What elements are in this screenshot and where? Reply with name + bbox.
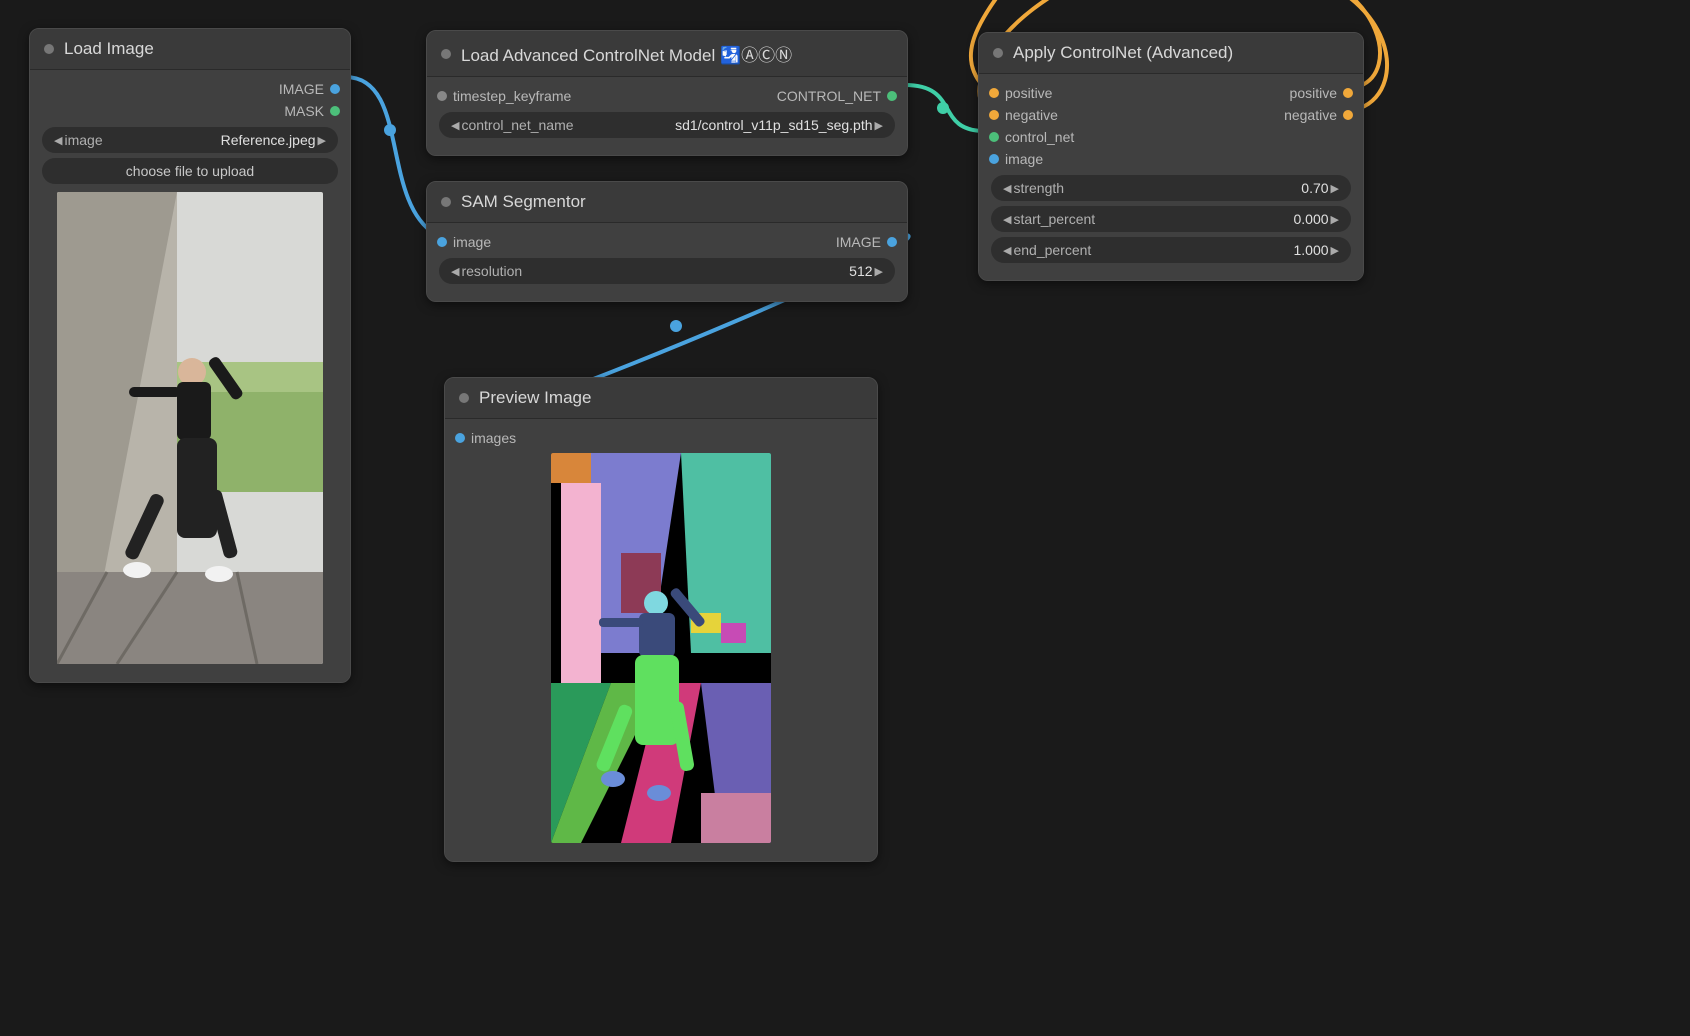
port-input-positive[interactable] [989,88,999,98]
port-input-timestep-keyframe[interactable] [437,91,447,101]
chevron-right-icon[interactable]: ▶ [316,134,328,147]
node-title: Load Advanced ControlNet Model 🛂ⒶⒸⓃ [461,41,792,66]
output-image-label: IMAGE [279,81,324,97]
node-preview-image[interactable]: Preview Image images [444,377,878,862]
chevron-left-icon[interactable]: ◀ [1001,213,1013,226]
node-title: Preview Image [479,388,591,408]
chevron-right-icon[interactable]: ▶ [873,119,885,132]
strength-stepper[interactable]: ◀ strength 0.70 ▶ [991,175,1351,201]
end-percent-stepper[interactable]: ◀ end_percent 1.000 ▶ [991,237,1351,263]
port-output-positive[interactable] [1343,88,1353,98]
output-controlnet-label: CONTROL_NET [777,88,881,104]
node-header[interactable]: Preview Image [445,378,877,419]
node-graph-canvas[interactable]: Load Image IMAGE MASK ◀ image Reference.… [0,0,1690,1036]
port-input-image[interactable] [437,237,447,247]
upload-button[interactable]: choose file to upload [42,158,338,184]
chevron-left-icon[interactable]: ◀ [1001,182,1013,195]
resolution-stepper[interactable]: ◀ resolution 512 ▶ [439,258,895,284]
node-load-image[interactable]: Load Image IMAGE MASK ◀ image Reference.… [29,28,351,683]
input-controlnet-label: control_net [1005,129,1074,145]
controlnet-name-selector[interactable]: ◀ control_net_name sd1/control_v11p_sd15… [439,112,895,138]
output-negative-label: negative [1284,107,1337,123]
start-percent-stepper[interactable]: ◀ start_percent 0.000 ▶ [991,206,1351,232]
node-header[interactable]: SAM Segmentor [427,182,907,223]
input-positive-label: positive [1005,85,1052,101]
collapse-icon[interactable] [441,49,451,59]
port-output-mask[interactable] [330,106,340,116]
chevron-left-icon[interactable]: ◀ [449,265,461,278]
collapse-icon[interactable] [459,393,469,403]
chevron-right-icon[interactable]: ▶ [1329,213,1341,226]
output-positive-label: positive [1290,85,1337,101]
image-widget-value: Reference.jpeg [221,132,316,148]
controlnet-name-label: control_net_name [461,117,573,133]
start-value: 0.000 [1293,211,1328,227]
node-header[interactable]: Load Advanced ControlNet Model 🛂ⒶⒸⓃ [427,31,907,77]
node-load-controlnet[interactable]: Load Advanced ControlNet Model 🛂ⒶⒸⓃ time… [426,30,908,156]
controlnet-name-value: sd1/control_v11p_sd15_seg.pth [675,117,872,133]
strength-label: strength [1013,180,1064,196]
end-value: 1.000 [1293,242,1328,258]
port-output-controlnet[interactable] [887,91,897,101]
input-images-label: images [471,430,516,446]
resolution-value: 512 [849,263,872,279]
chevron-right-icon[interactable]: ▶ [873,265,885,278]
node-title: Apply ControlNet (Advanced) [1013,43,1233,63]
input-negative-label: negative [1005,107,1058,123]
port-output-negative[interactable] [1343,110,1353,120]
image-file-selector[interactable]: ◀ image Reference.jpeg ▶ [42,127,338,153]
strength-value: 0.70 [1301,180,1328,196]
node-title: SAM Segmentor [461,192,586,212]
node-header[interactable]: Load Image [30,29,350,70]
output-mask-label: MASK [284,103,324,119]
node-apply-controlnet[interactable]: Apply ControlNet (Advanced) positive pos… [978,32,1364,281]
input-image-label: image [1005,151,1043,167]
collapse-icon[interactable] [993,48,1003,58]
chevron-left-icon[interactable]: ◀ [449,119,461,132]
chevron-left-icon[interactable]: ◀ [52,134,64,147]
chevron-left-icon[interactable]: ◀ [1001,244,1013,257]
start-label: start_percent [1013,211,1095,227]
node-title: Load Image [64,39,154,59]
port-input-image[interactable] [989,154,999,164]
port-input-images[interactable] [455,433,465,443]
reference-image-preview [57,192,323,664]
port-input-negative[interactable] [989,110,999,120]
port-output-image[interactable] [887,237,897,247]
collapse-icon[interactable] [44,44,54,54]
collapse-icon[interactable] [441,197,451,207]
end-label: end_percent [1013,242,1091,258]
input-image-label: image [453,234,491,250]
port-input-controlnet[interactable] [989,132,999,142]
image-widget-label: image [64,132,102,148]
output-image-label: IMAGE [836,234,881,250]
segmentation-preview [551,453,771,843]
port-output-image[interactable] [330,84,340,94]
chevron-right-icon[interactable]: ▶ [1329,244,1341,257]
node-sam-segmentor[interactable]: SAM Segmentor image IMAGE ◀ resolution 5… [426,181,908,302]
node-header[interactable]: Apply ControlNet (Advanced) [979,33,1363,74]
resolution-label: resolution [461,263,522,279]
input-timestep-label: timestep_keyframe [453,88,571,104]
chevron-right-icon[interactable]: ▶ [1329,182,1341,195]
